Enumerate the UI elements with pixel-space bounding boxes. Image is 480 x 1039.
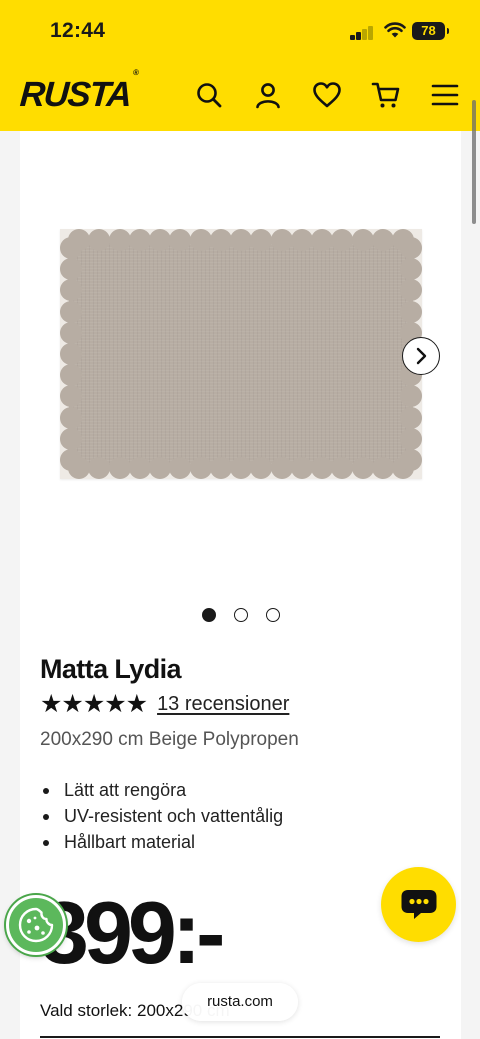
cellular-signal-icon	[350, 24, 376, 40]
battery-indicator: 78	[412, 22, 449, 40]
rug-scallop	[311, 229, 333, 251]
feature-item: Hållbart material	[40, 829, 283, 855]
rug-scallop	[60, 385, 82, 408]
rug-scallop	[250, 457, 273, 479]
rug-scallop	[108, 457, 131, 479]
rug-scallop	[60, 321, 82, 344]
rug-scallop	[128, 229, 151, 251]
logo-text: RUSTA	[18, 75, 132, 114]
chat-button[interactable]	[381, 867, 456, 942]
rug-scallop	[60, 343, 82, 365]
image-gallery[interactable]	[20, 131, 461, 601]
carousel-dots	[20, 608, 461, 622]
rug-scallop	[149, 457, 171, 479]
registered-mark: ®	[132, 68, 138, 78]
cookie-settings-button[interactable]	[6, 895, 66, 955]
next-image-button[interactable]	[402, 337, 440, 375]
product-title: Matta Lydia	[40, 654, 182, 684]
rug-scallop	[230, 229, 252, 251]
rug-scallop	[88, 229, 111, 251]
top-header: 12:44 78 RUSTA®	[0, 0, 480, 131]
rug-scallop	[60, 406, 82, 429]
feature-list: Lätt att rengöra UV-resistent och vatten…	[40, 777, 283, 855]
rug-scallop	[331, 457, 354, 479]
rug-scallop	[60, 237, 82, 259]
carousel-dot-2[interactable]	[233, 608, 248, 622]
account-icon[interactable]	[252, 79, 284, 111]
rug-scallop	[400, 258, 422, 281]
rug-scallop	[209, 229, 232, 251]
browser-url-bar[interactable]: rusta.com	[182, 983, 298, 1021]
rug-scallop	[88, 457, 111, 479]
rug-scallop	[270, 457, 293, 479]
rug-scallop	[169, 229, 192, 251]
rug-scallop	[400, 300, 422, 323]
rug-pattern	[60, 229, 422, 479]
rug-scallop	[169, 457, 192, 479]
page-scrollbar[interactable]	[472, 100, 476, 224]
chevron-right-icon	[416, 347, 427, 365]
cookie-icon	[18, 907, 54, 943]
rug-scallop	[108, 229, 131, 251]
rug-scallop	[400, 449, 422, 471]
status-time: 12:44	[50, 19, 106, 42]
star-rating-icon: ★★★★★	[40, 690, 148, 718]
product-rating: ★★★★★ 13 recensioner	[40, 690, 289, 718]
wifi-icon	[384, 22, 406, 38]
rug-scallop	[60, 300, 82, 323]
carousel-dot-3[interactable]	[265, 608, 280, 622]
rug-scallop	[250, 229, 273, 251]
rug-scallop	[60, 364, 82, 387]
rug-scallop	[189, 457, 212, 479]
rug-scallop	[128, 457, 151, 479]
chat-bubble-icon	[401, 889, 436, 919]
product-variant: 200x290 cm Beige Polypropen	[40, 729, 299, 750]
rug-scallop	[400, 279, 422, 302]
rug-scallop	[209, 457, 232, 479]
rug-scallop	[60, 427, 82, 450]
rug-image[interactable]	[60, 229, 422, 479]
rug-scallop	[60, 258, 82, 281]
rug-scallop	[371, 457, 394, 479]
rug-scallop	[149, 229, 171, 251]
rug-scallop	[311, 457, 333, 479]
rug-scallop	[270, 229, 293, 251]
carousel-dot-1[interactable]	[201, 608, 216, 622]
rug-scallop	[400, 406, 422, 429]
rug-scallop	[371, 229, 394, 251]
rug-scallop	[290, 457, 313, 479]
product-price: 399:-	[40, 883, 225, 982]
feature-item: UV-resistent och vattentålig	[40, 803, 283, 829]
rusta-logo[interactable]: RUSTA®	[18, 68, 138, 115]
rug-scallop	[400, 237, 422, 259]
rug-scallop	[60, 449, 82, 471]
feature-item: Lätt att rengöra	[40, 777, 283, 803]
menu-icon[interactable]	[429, 79, 461, 111]
rug-scallop	[351, 229, 374, 251]
rug-scallop	[189, 229, 212, 251]
status-bar: 12:44 78	[0, 0, 480, 62]
size-selector-border[interactable]	[40, 1036, 440, 1038]
rug-scallop	[400, 385, 422, 408]
rug-scallop	[400, 427, 422, 450]
rug-scallop	[60, 279, 82, 302]
rug-scallop	[230, 457, 252, 479]
search-icon[interactable]	[193, 79, 225, 111]
rug-scallop	[331, 229, 354, 251]
reviews-link[interactable]: 13 recensioner	[157, 693, 289, 716]
cart-icon[interactable]	[370, 79, 402, 111]
site-nav: RUSTA®	[0, 62, 480, 131]
rug-scallop	[351, 457, 374, 479]
heart-icon[interactable]	[311, 79, 343, 111]
rug-scallop	[290, 229, 313, 251]
